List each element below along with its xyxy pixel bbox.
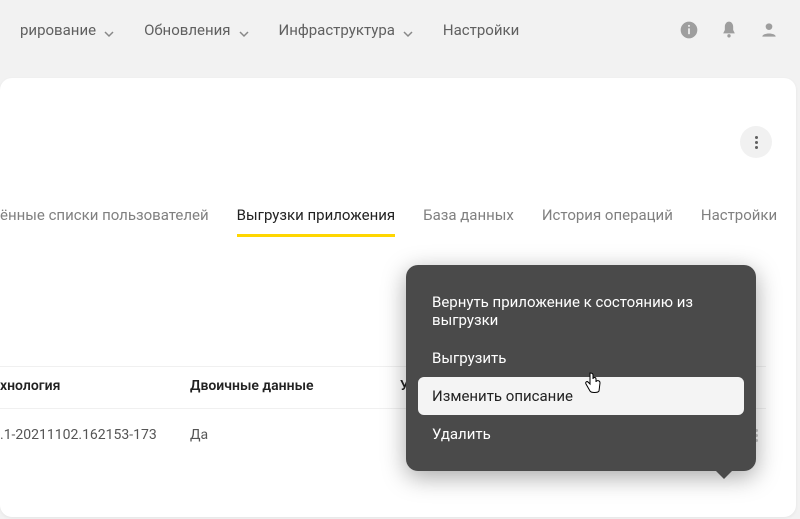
topnav-item-infrastructure[interactable]: Инфраструктура (279, 21, 413, 39)
th-technology: хнология (0, 378, 190, 394)
cell-technology: .1-20211102.162153-173 (0, 427, 190, 443)
menu-item-restore[interactable]: Вернуть приложение к состоянию из выгруз… (418, 283, 744, 339)
menu-item-export[interactable]: Выгрузить (418, 339, 744, 377)
th-binary-data: Двоичные данные (190, 378, 400, 394)
tab-history[interactable]: История операций (542, 206, 673, 237)
chevron-down-icon (239, 25, 249, 35)
topnav-label: Инфраструктура (279, 21, 395, 39)
tab-settings[interactable]: Настройки (701, 206, 777, 237)
topnav-label: Настройки (443, 21, 519, 39)
cursor-pointer-icon (584, 370, 604, 394)
cell-binary-data: Да (190, 427, 400, 443)
context-menu: Вернуть приложение к состоянию из выгруз… (406, 265, 756, 471)
bell-icon[interactable] (718, 19, 740, 41)
tab-database[interactable]: База данных (423, 206, 514, 237)
more-vertical-icon (755, 136, 758, 149)
chevron-down-icon (104, 25, 114, 35)
topbar: рирование Обновления Инфраструктура Наст… (0, 0, 800, 60)
topnav-label: рирование (20, 21, 96, 39)
topnav-item-updates[interactable]: Обновления (144, 21, 248, 39)
topnav-label: Обновления (144, 21, 230, 39)
topnav: рирование Обновления Инфраструктура Наст… (20, 21, 519, 39)
info-icon[interactable] (678, 19, 700, 41)
menu-item-edit-description[interactable]: Изменить описание (418, 377, 744, 415)
topnav-item-settings[interactable]: Настройки (443, 21, 519, 39)
tab-user-lists[interactable]: ённые списки пользователей (0, 206, 209, 237)
menu-item-delete[interactable]: Удалить (418, 415, 744, 453)
topnav-item-admin[interactable]: рирование (20, 21, 114, 39)
user-icon[interactable] (758, 19, 780, 41)
tab-app-exports[interactable]: Выгрузки приложения (237, 206, 395, 237)
card-more-button[interactable] (740, 126, 772, 158)
chevron-down-icon (403, 25, 413, 35)
topbar-icons (678, 19, 780, 41)
row-more-button[interactable] (755, 429, 766, 442)
tabs: ённые списки пользователей Выгрузки прил… (0, 206, 766, 237)
